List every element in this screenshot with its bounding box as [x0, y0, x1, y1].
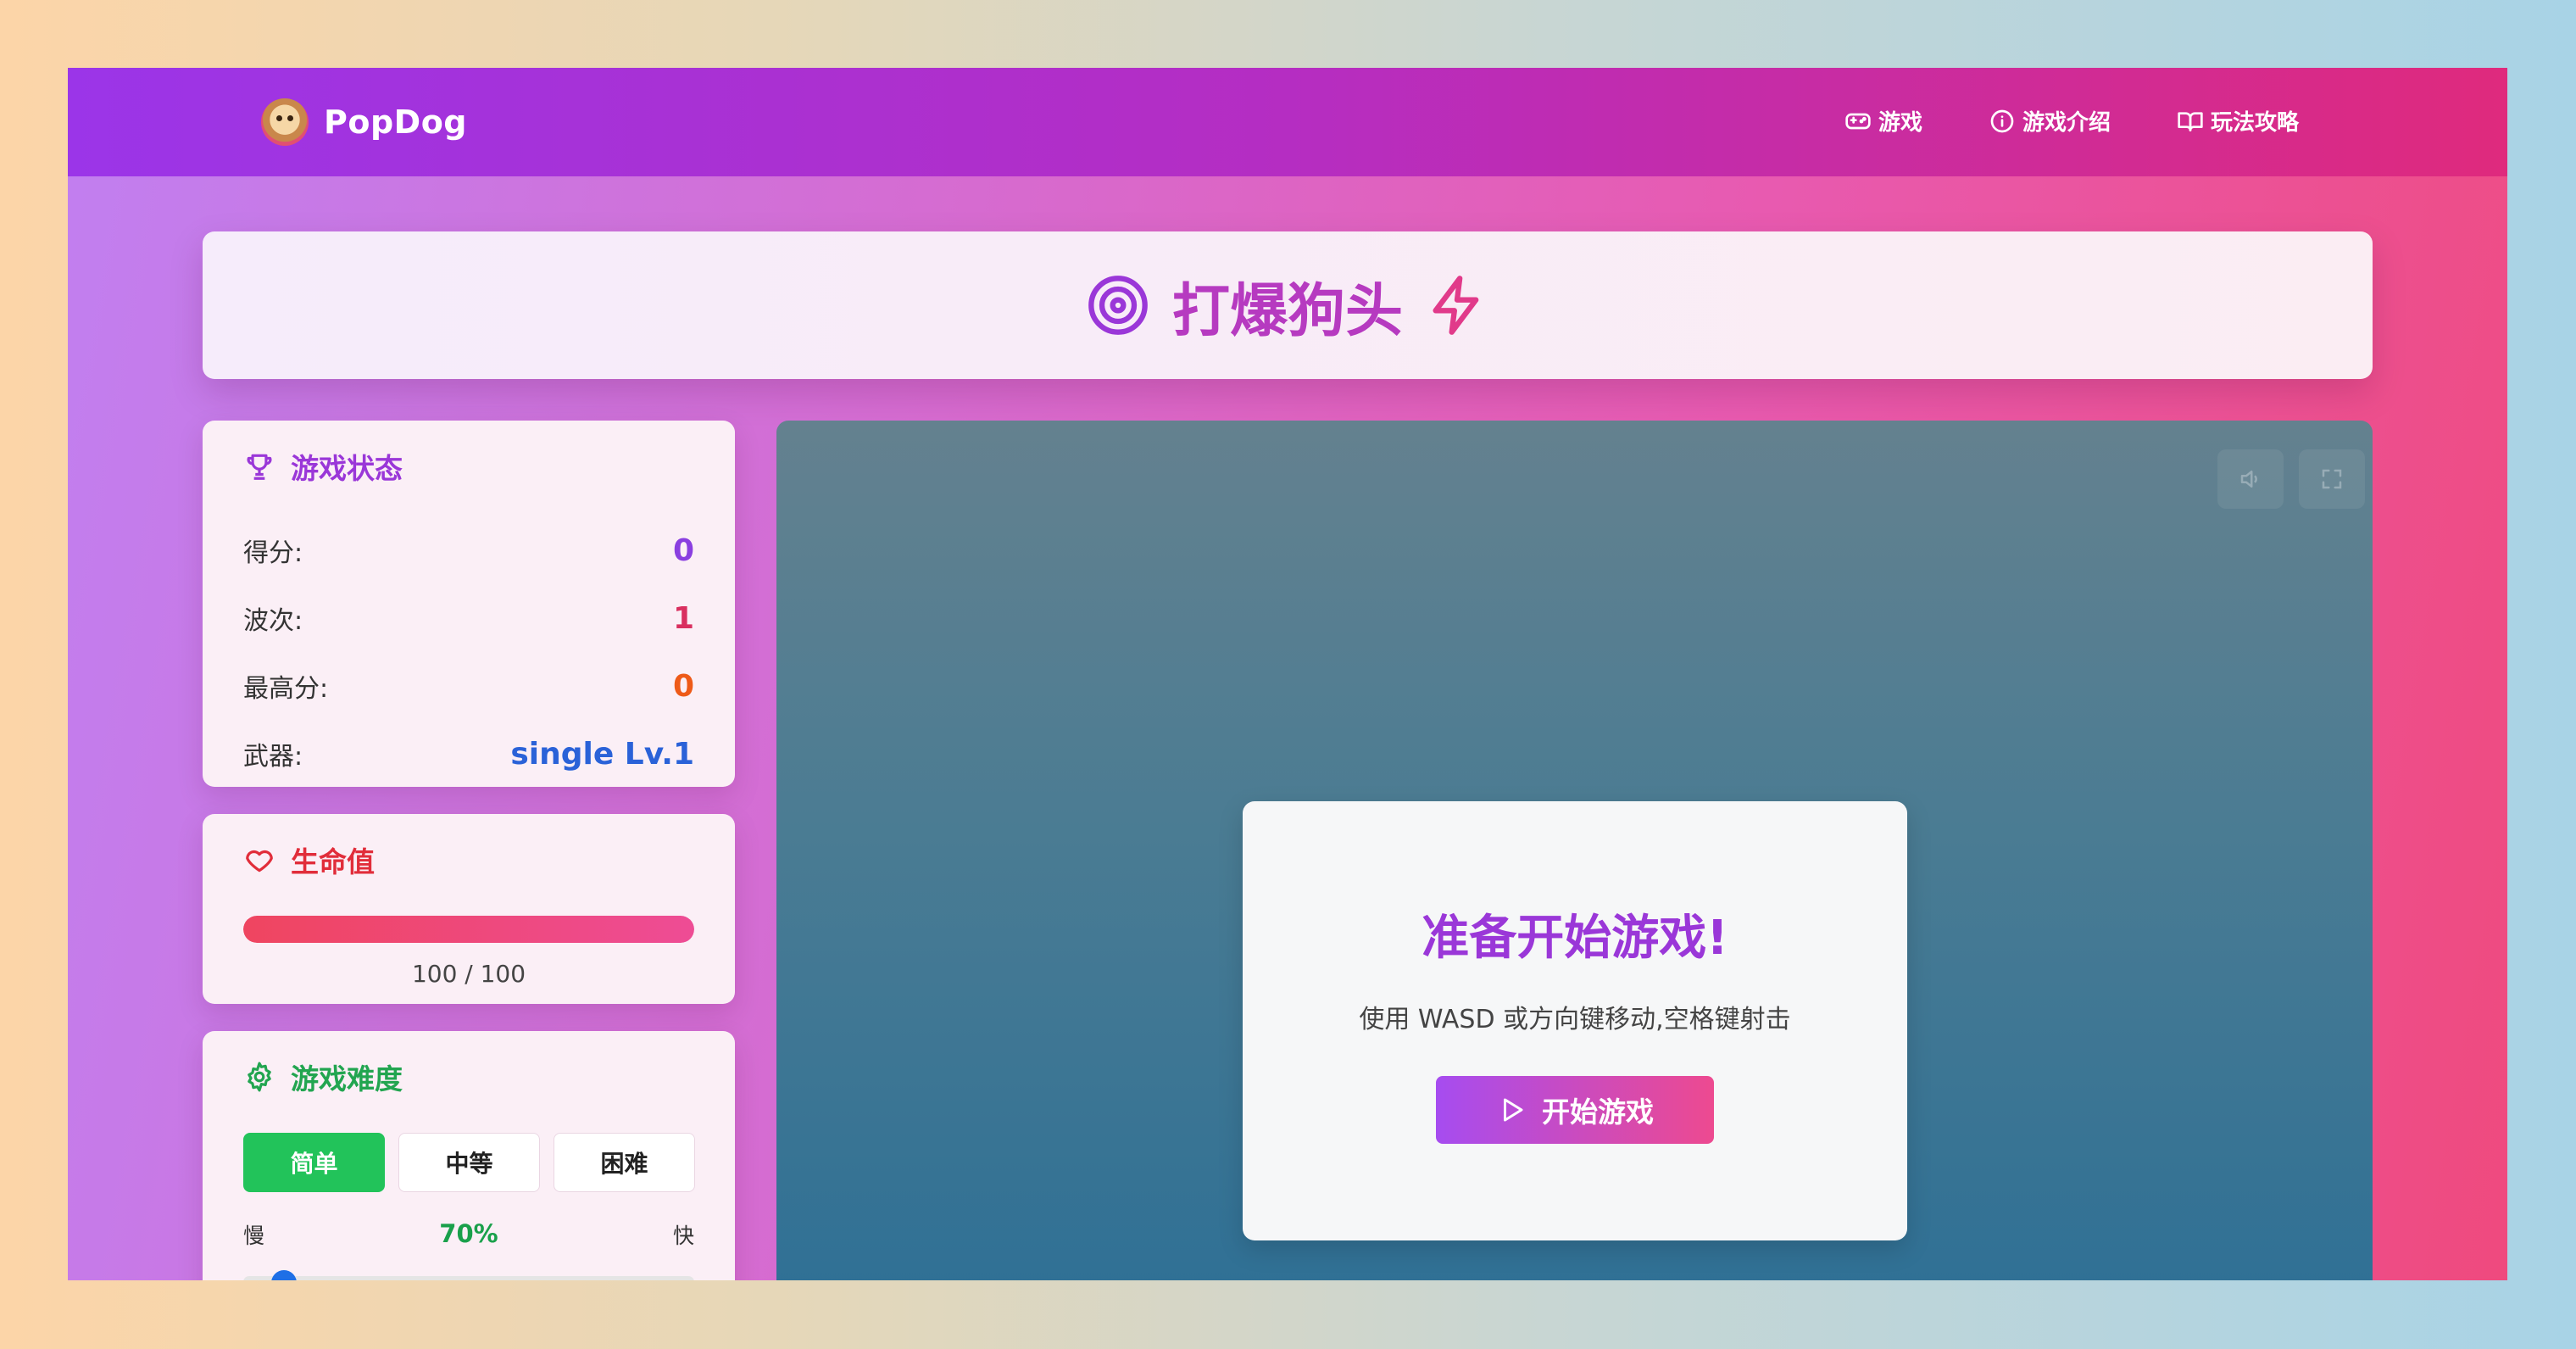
difficulty-medium-button[interactable]: 中等: [398, 1133, 540, 1192]
speed-slider-thumb[interactable]: [270, 1270, 297, 1280]
wave-value: 1: [672, 600, 694, 636]
speaker-icon: [2240, 471, 2257, 488]
highscore-value: 0: [672, 668, 694, 704]
speed-percent: 70%: [439, 1219, 498, 1248]
health-heading: 生命值: [243, 839, 375, 880]
difficulty-hard-button[interactable]: 困难: [554, 1133, 695, 1192]
trophy-icon: [247, 454, 272, 480]
main-nav: 游戏 游戏介绍 玩法攻略: [1844, 105, 2299, 137]
difficulty-heading-label: 游戏难度: [291, 1062, 403, 1095]
start-game-button[interactable]: 开始游戏: [1436, 1076, 1714, 1144]
nav-item-guide[interactable]: 玩法攻略: [2177, 105, 2299, 137]
game-title-card: 打爆狗头: [203, 231, 2373, 379]
stat-row-score: 得分: 0: [243, 529, 694, 571]
status-heading-label: 游戏状态: [291, 452, 403, 485]
stat-row-wave: 波次: 1: [243, 597, 694, 639]
nav-item-label: 玩法攻略: [2210, 110, 2299, 136]
speed-fast-label: 快: [672, 1224, 694, 1248]
health-heading-label: 生命值: [291, 845, 375, 878]
start-hint: 使用 WASD 或方向键移动,空格键射击: [1359, 1005, 1791, 1034]
score-value: 0: [672, 532, 694, 568]
lightning-icon: [1433, 276, 1479, 335]
game-canvas[interactable]: 准备开始游戏! 使用 WASD 或方向键移动,空格键射击 开始游戏: [776, 421, 2373, 1280]
heart-icon: [246, 850, 273, 872]
sound-button[interactable]: [2217, 449, 2284, 509]
stat-label: 最高分:: [243, 674, 329, 704]
speed-slow-label: 慢: [243, 1224, 265, 1248]
fullscreen-button[interactable]: [2299, 449, 2365, 509]
info-icon: [1990, 109, 2014, 132]
health-bar-fill: [243, 916, 694, 943]
book-icon: [2178, 111, 2203, 131]
gear-icon: [248, 1062, 271, 1092]
weapon-value: single Lv.1: [510, 736, 694, 772]
health-bar: [243, 916, 694, 943]
speed-labels: 慢 70% 快: [243, 1219, 694, 1250]
stat-row-weapon: 武器: single Lv.1: [243, 733, 694, 775]
top-nav-bar: PopDog 游戏 游戏介绍 玩法攻略: [68, 68, 2507, 176]
nav-item-game[interactable]: 游戏: [1844, 105, 1922, 137]
play-icon: [1504, 1098, 1523, 1122]
target-icon: [1088, 276, 1148, 335]
gamepad-icon: [1845, 113, 1871, 129]
difficulty-easy-button[interactable]: 简单: [243, 1133, 385, 1192]
fullscreen-icon: [2322, 469, 2342, 489]
health-panel: 生命值 100 / 100: [203, 814, 735, 1004]
brand-name: PopDog: [324, 103, 468, 141]
start-dialog: 准备开始游戏! 使用 WASD 或方向键移动,空格键射击 开始游戏: [1243, 801, 1907, 1240]
health-text: 100 / 100: [411, 960, 526, 988]
stat-label: 武器:: [243, 742, 303, 772]
dog-logo-icon: [261, 98, 309, 146]
stat-label: 波次:: [243, 606, 303, 636]
difficulty-options: 简单 中等 困难: [243, 1133, 695, 1192]
page-title: 打爆狗头: [1171, 277, 1403, 345]
nav-item-intro[interactable]: 游戏介绍: [1989, 105, 2111, 137]
stat-row-highscore: 最高分: 0: [243, 665, 694, 707]
nav-item-label: 游戏介绍: [2022, 110, 2111, 136]
status-heading: 游戏状态: [243, 446, 403, 487]
start-game-button-label: 开始游戏: [1542, 1095, 1654, 1129]
app-window: PopDog 游戏 游戏介绍 玩法攻略 打爆狗头 游戏状态 得分: 0 波次: …: [68, 68, 2507, 1280]
difficulty-panel: 游戏难度 简单 中等 困难 慢 70% 快: [203, 1031, 735, 1280]
difficulty-heading: 游戏难度: [243, 1056, 403, 1097]
stat-label: 得分:: [243, 538, 303, 568]
speed-slider-track[interactable]: [243, 1276, 694, 1280]
start-title: 准备开始游戏!: [1422, 911, 1728, 966]
nav-item-label: 游戏: [1878, 110, 1922, 136]
brand[interactable]: PopDog: [261, 98, 467, 146]
game-status-panel: 游戏状态 得分: 0 波次: 1 最高分: 0 武器: single Lv.1: [203, 421, 735, 787]
